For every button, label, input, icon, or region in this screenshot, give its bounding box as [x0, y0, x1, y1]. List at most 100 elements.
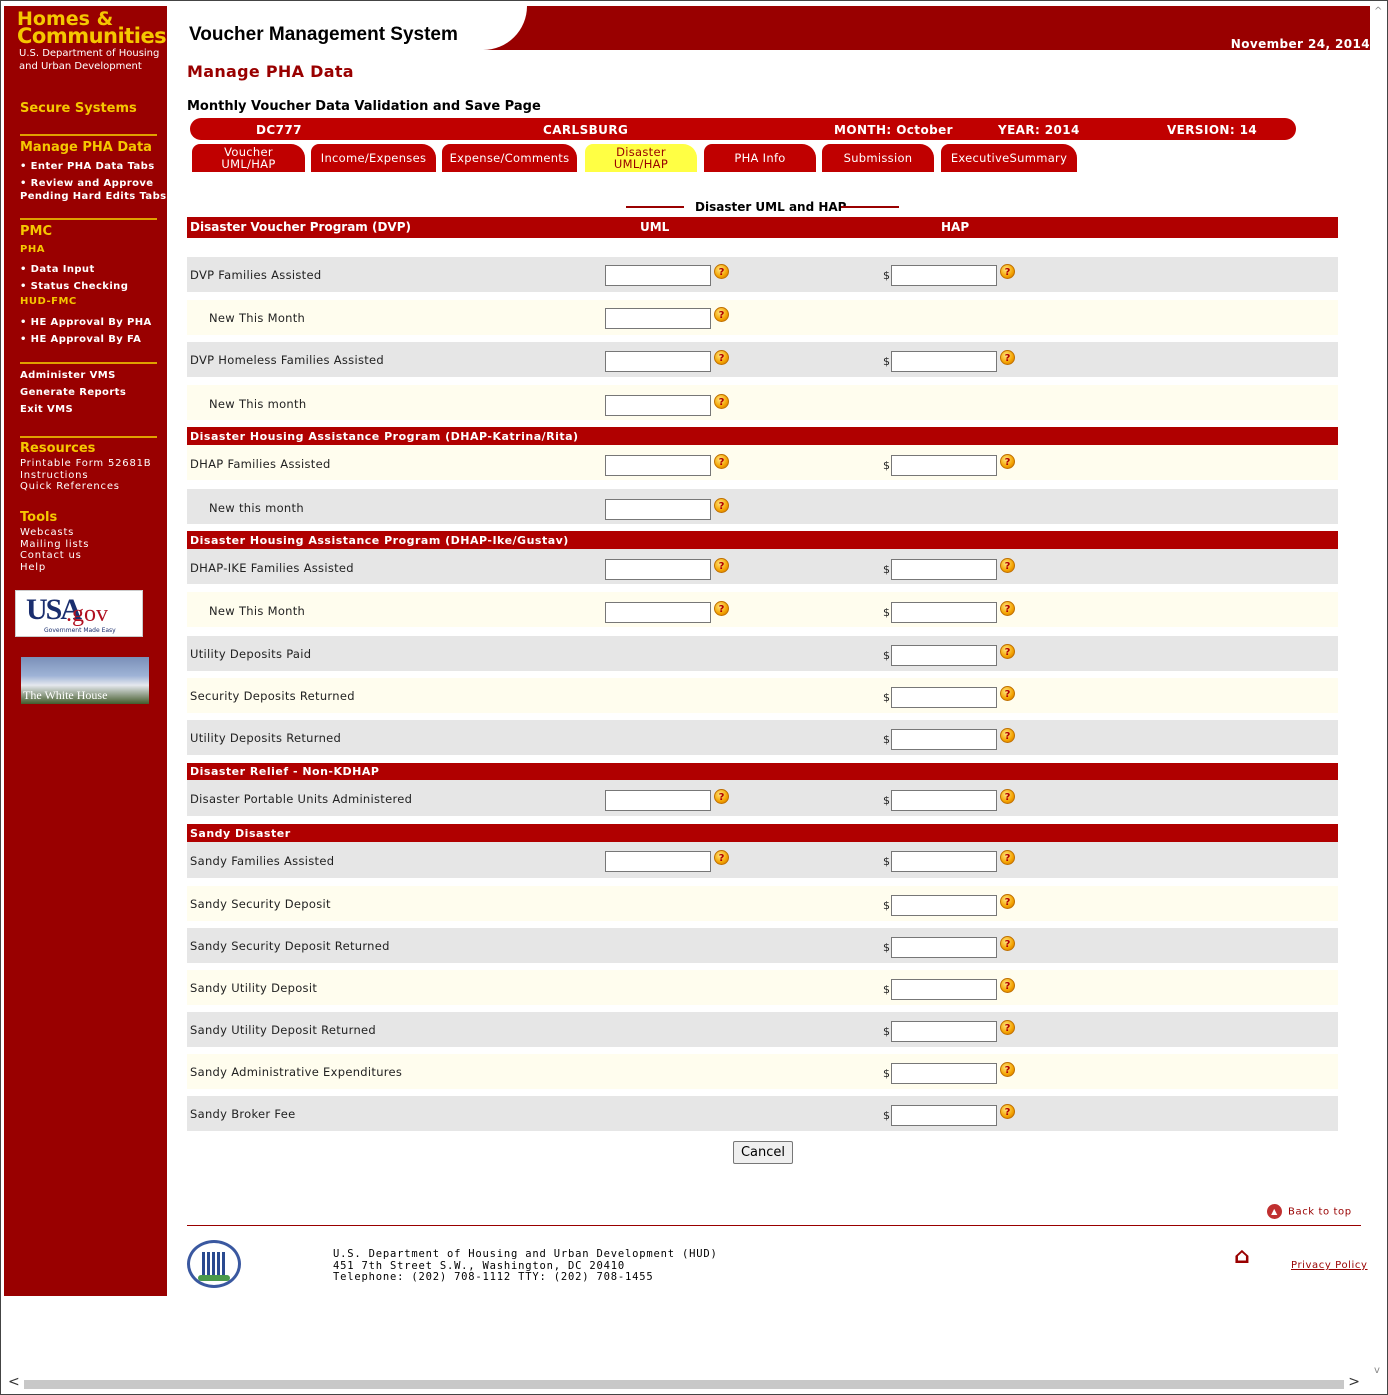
instructions-link[interactable]: Instructions: [20, 470, 88, 482]
dvp-homeless-uml-input[interactable]: [605, 351, 711, 372]
row-label: Sandy Administrative Expenditures: [190, 1065, 403, 1079]
help-link[interactable]: Help: [20, 562, 46, 574]
help-icon[interactable]: ?: [714, 454, 729, 469]
he-approval-fa-link[interactable]: • HE Approval By FA: [20, 333, 141, 346]
dvp-families-hap-input[interactable]: [891, 265, 997, 286]
dhap-new-uml-input[interactable]: [605, 499, 711, 520]
review-approve-link-line2[interactable]: Pending Hard Edits Tabs: [20, 190, 167, 203]
scroll-right-icon[interactable]: >: [1348, 1374, 1360, 1390]
help-icon[interactable]: ?: [1000, 1020, 1015, 1035]
dhap-ike-families-uml-input[interactable]: [605, 559, 711, 580]
scroll-down-icon[interactable]: v: [1374, 1365, 1380, 1376]
usa-gov-logo[interactable]: USA .gov Government Made Easy: [15, 590, 143, 637]
sandy-security-deposit-hap-input[interactable]: [891, 895, 997, 916]
sandy-broker-fee-hap-input[interactable]: [891, 1105, 997, 1126]
help-icon[interactable]: ?: [714, 601, 729, 616]
status-checking-link[interactable]: • Status Checking: [20, 280, 128, 293]
horizontal-scroll-thumb[interactable]: [24, 1380, 1344, 1389]
help-icon[interactable]: ?: [714, 850, 729, 865]
data-input-link[interactable]: • Data Input: [20, 263, 95, 276]
security-deposits-returned-hap-input[interactable]: [891, 687, 997, 708]
help-icon[interactable]: ?: [1000, 558, 1015, 573]
tab-expense-comments[interactable]: Expense/Comments: [442, 144, 577, 172]
generate-reports-link[interactable]: Generate Reports: [20, 386, 126, 399]
help-icon[interactable]: ?: [1000, 644, 1015, 659]
tab-executive-summary[interactable]: ExecutiveSummary: [941, 144, 1077, 172]
help-icon[interactable]: ?: [1000, 936, 1015, 951]
help-icon[interactable]: ?: [1000, 850, 1015, 865]
resources-heading: Resources: [20, 441, 96, 456]
tab-voucher-uml-hap[interactable]: Voucher UML/HAP: [192, 144, 305, 172]
help-icon[interactable]: ?: [1000, 894, 1015, 909]
sandy-security-returned-hap-input[interactable]: [891, 937, 997, 958]
enter-pha-data-tabs-link[interactable]: • Enter PHA Data Tabs: [20, 160, 155, 173]
section-header-row: Disaster Housing Assistance Program (DHA…: [187, 427, 1338, 445]
utility-deposits-paid-hap-input[interactable]: [891, 645, 997, 666]
privacy-policy-link[interactable]: Privacy Policy: [1291, 1260, 1368, 1271]
help-icon[interactable]: ?: [714, 789, 729, 804]
tab-income-expenses[interactable]: Income/Expenses: [311, 144, 436, 172]
help-icon[interactable]: ?: [714, 307, 729, 322]
help-icon[interactable]: ?: [1000, 789, 1015, 804]
help-icon[interactable]: ?: [714, 558, 729, 573]
dvp-homeless-new-uml-input[interactable]: [605, 395, 711, 416]
tab-pha-info[interactable]: PHA Info: [704, 144, 816, 172]
contact-us-link[interactable]: Contact us: [20, 550, 82, 562]
help-icon[interactable]: ?: [714, 350, 729, 365]
help-icon[interactable]: ?: [1000, 1104, 1015, 1119]
sandy-families-hap-input[interactable]: [891, 851, 997, 872]
webcasts-link[interactable]: Webcasts: [20, 527, 74, 539]
utility-deposits-returned-hap-input[interactable]: [891, 729, 997, 750]
mailing-lists-link[interactable]: Mailing lists: [20, 539, 89, 551]
dvp-homeless-hap-input[interactable]: [891, 351, 997, 372]
secure-systems-link[interactable]: Secure Systems: [20, 101, 137, 116]
help-icon[interactable]: ?: [1000, 601, 1015, 616]
review-approve-link[interactable]: • Review and Approve: [20, 177, 153, 190]
help-icon[interactable]: ?: [714, 394, 729, 409]
logo-communities[interactable]: Communities: [17, 24, 167, 48]
portable-units-hap-input[interactable]: [891, 790, 997, 811]
help-icon[interactable]: ?: [714, 264, 729, 279]
vertical-scrollbar[interactable]: ^ v: [1372, 6, 1386, 1376]
help-icon[interactable]: ?: [1000, 350, 1015, 365]
tab-submission[interactable]: Submission: [822, 144, 934, 172]
back-to-top-link[interactable]: ▲ Back to top: [1267, 1204, 1352, 1219]
quick-references-link[interactable]: Quick References: [20, 481, 120, 493]
dhap-families-uml-input[interactable]: [605, 455, 711, 476]
tab-disaster-uml-hap[interactable]: Disaster UML/HAP: [585, 144, 697, 172]
printable-form-link[interactable]: Printable Form 52681B: [20, 458, 151, 470]
manage-pha-data-link[interactable]: Manage PHA Data: [20, 140, 152, 155]
sandy-utility-returned-hap-input[interactable]: [891, 1021, 997, 1042]
help-icon[interactable]: ?: [1000, 728, 1015, 743]
exit-vms-link[interactable]: Exit VMS: [20, 403, 73, 416]
he-approval-pha-link[interactable]: • HE Approval By PHA: [20, 316, 152, 329]
portable-units-uml-input[interactable]: [605, 790, 711, 811]
sidebar-divider: [20, 436, 157, 438]
dhap-families-hap-input[interactable]: [891, 455, 997, 476]
dvp-families-uml-input[interactable]: [605, 265, 711, 286]
scroll-up-icon[interactable]: ^: [1374, 6, 1382, 17]
help-icon[interactable]: ?: [1000, 686, 1015, 701]
dollar-sign: $: [883, 733, 890, 746]
sandy-admin-expenditures-hap-input[interactable]: [891, 1063, 997, 1084]
dhap-ike-new-uml-input[interactable]: [605, 602, 711, 623]
help-icon[interactable]: ?: [1000, 1062, 1015, 1077]
sandy-utility-deposit-hap-input[interactable]: [891, 979, 997, 1000]
help-icon[interactable]: ?: [1000, 454, 1015, 469]
help-icon[interactable]: ?: [714, 498, 729, 513]
scroll-left-icon[interactable]: <: [8, 1374, 20, 1390]
table-row: DVP Homeless Families Assisted ? $ ?: [187, 342, 1338, 377]
row-label: DVP Homeless Families Assisted: [190, 353, 385, 367]
tab-label: Income/Expenses: [320, 151, 427, 165]
cancel-button[interactable]: Cancel: [733, 1141, 793, 1164]
dollar-sign: $: [883, 269, 890, 282]
help-icon[interactable]: ?: [1000, 978, 1015, 993]
help-icon[interactable]: ?: [1000, 264, 1015, 279]
dvp-new-uml-input[interactable]: [605, 308, 711, 329]
dhap-ike-families-hap-input[interactable]: [891, 559, 997, 580]
horizontal-scrollbar[interactable]: < >: [4, 1374, 1368, 1391]
dhap-ike-new-hap-input[interactable]: [891, 602, 997, 623]
white-house-logo[interactable]: The White House: [21, 657, 149, 704]
sandy-families-uml-input[interactable]: [605, 851, 711, 872]
administer-vms-link[interactable]: Administer VMS: [20, 369, 116, 382]
